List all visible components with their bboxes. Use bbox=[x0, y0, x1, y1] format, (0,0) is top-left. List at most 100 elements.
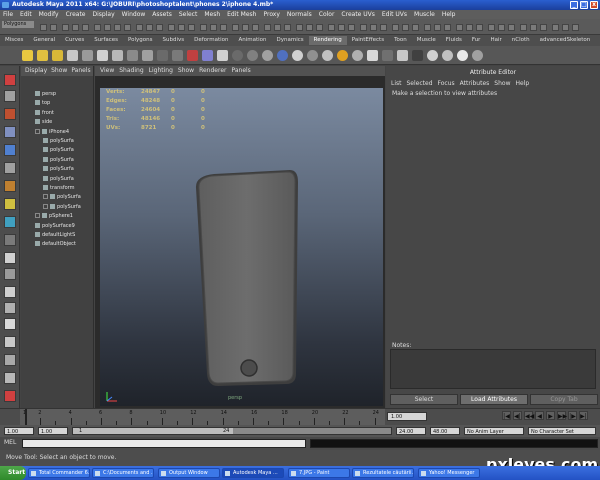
outliner-item[interactable]: polySurface9 bbox=[35, 222, 75, 231]
attr-menu-show[interactable]: Show bbox=[494, 80, 510, 87]
playback-button-icon[interactable]: ◀| bbox=[513, 411, 522, 420]
playback-button-icon[interactable]: ▶▶ bbox=[557, 411, 567, 420]
shelf-tool-icon[interactable] bbox=[217, 50, 228, 61]
status-line-tool-icon[interactable] bbox=[498, 24, 505, 31]
shelf-tool-icon[interactable] bbox=[277, 50, 288, 61]
start-time-field[interactable]: 1.00 bbox=[4, 427, 34, 435]
taskbar-item[interactable]: Rezultatele căutării... bbox=[352, 468, 414, 478]
shelf-tool-icon[interactable] bbox=[262, 50, 273, 61]
time-slider[interactable]: 124681012141618202224 1.00 |◀◀|◀◀◀▶▶▶|▶▶… bbox=[0, 408, 600, 426]
status-line-tool-icon[interactable] bbox=[424, 24, 431, 31]
status-line-tool-icon[interactable] bbox=[348, 24, 355, 31]
maximize-button[interactable]: □ bbox=[580, 1, 588, 9]
tab-fluids[interactable]: Fluids bbox=[441, 36, 467, 45]
status-line-tool-icon[interactable] bbox=[328, 24, 335, 31]
current-time-indicator[interactable] bbox=[25, 409, 27, 426]
toolbox-tool-icon[interactable] bbox=[4, 372, 16, 384]
viewport-menu-panels[interactable]: Panels bbox=[231, 67, 250, 74]
outliner-item[interactable]: polySurfa bbox=[43, 203, 81, 212]
status-line-tool-icon[interactable] bbox=[520, 24, 527, 31]
toolbox-tool-icon[interactable] bbox=[4, 268, 16, 280]
shelf-tool-icon[interactable] bbox=[157, 50, 168, 61]
toolbox-tool-icon[interactable] bbox=[4, 302, 16, 314]
viewport-menu-shading[interactable]: Shading bbox=[119, 67, 143, 74]
toolbox-tool-icon[interactable] bbox=[4, 126, 16, 138]
outliner-menu-panels[interactable]: Panels bbox=[71, 67, 90, 74]
copy-tab-button[interactable]: Copy Tab bbox=[530, 394, 598, 405]
expand-toggle-icon[interactable] bbox=[43, 203, 48, 209]
menu-muscle[interactable]: Muscle bbox=[414, 11, 435, 18]
notes-field[interactable] bbox=[390, 349, 596, 389]
end-time-field[interactable]: 48.00 bbox=[430, 427, 460, 435]
viewport-canvas[interactable]: Verts: 24847 0 0 Edges: 48248 0 0 Faces: 24604 0 0 T… bbox=[100, 88, 383, 406]
menu-display[interactable]: Display bbox=[93, 11, 115, 18]
menu-assets[interactable]: Assets bbox=[152, 11, 172, 18]
tab-deformation[interactable]: Deformation bbox=[189, 36, 233, 45]
attr-menu-attributes[interactable]: Attributes bbox=[460, 80, 490, 87]
command-language-label[interactable]: MEL bbox=[4, 439, 16, 446]
iphone-model[interactable] bbox=[192, 168, 302, 388]
shelf-tool-icon[interactable] bbox=[142, 50, 153, 61]
attr-menu-selected[interactable]: Selected bbox=[407, 80, 433, 87]
menu-select[interactable]: Select bbox=[179, 11, 198, 18]
tab-rendering[interactable]: Rendering bbox=[308, 36, 347, 45]
status-line-tool-icon[interactable] bbox=[178, 24, 185, 31]
taskbar-item[interactable]: 7.JPG - Paint bbox=[288, 468, 350, 478]
menu-create-uvs[interactable]: Create UVs bbox=[341, 11, 374, 18]
toolbox-tool-icon[interactable] bbox=[4, 252, 16, 264]
toolbox-tool-icon[interactable] bbox=[4, 74, 16, 86]
status-line-tool-icon[interactable] bbox=[274, 24, 281, 31]
outliner-item[interactable]: top bbox=[35, 99, 50, 108]
menu-edit[interactable]: Edit bbox=[20, 11, 32, 18]
viewport-menu-lighting[interactable]: Lighting bbox=[149, 67, 173, 74]
menu-set-selector[interactable]: Polygons bbox=[2, 21, 34, 28]
outliner-item[interactable]: polySurfa bbox=[43, 165, 74, 174]
status-line-tool-icon[interactable] bbox=[508, 24, 515, 31]
toolbox-tool-icon[interactable] bbox=[4, 108, 16, 120]
tab-fur[interactable]: Fur bbox=[467, 36, 486, 45]
shelf-tool-icon[interactable] bbox=[307, 50, 318, 61]
status-line-tool-icon[interactable] bbox=[380, 24, 387, 31]
attr-menu-focus[interactable]: Focus bbox=[438, 80, 455, 87]
playback-end-field[interactable]: 24.00 bbox=[396, 427, 426, 435]
toolbox-tool-icon[interactable] bbox=[4, 162, 16, 174]
status-line-tool-icon[interactable] bbox=[146, 24, 153, 31]
playback-button-icon[interactable]: ▶| bbox=[579, 411, 588, 420]
menu-modify[interactable]: Modify bbox=[39, 11, 59, 18]
shelf-tool-icon[interactable] bbox=[247, 50, 258, 61]
status-line-tool-icon[interactable] bbox=[284, 24, 291, 31]
status-line-tool-icon[interactable] bbox=[296, 24, 303, 31]
character-set-selector[interactable]: No Character Set bbox=[528, 427, 596, 435]
status-line-tool-icon[interactable] bbox=[50, 24, 57, 31]
command-input[interactable] bbox=[22, 439, 306, 448]
shelf-tool-icon[interactable] bbox=[337, 50, 348, 61]
expand-toggle-icon[interactable] bbox=[43, 194, 48, 200]
status-line-tool-icon[interactable] bbox=[360, 24, 367, 31]
status-line-tool-icon[interactable] bbox=[370, 24, 377, 31]
outliner-item[interactable]: iPhone4 bbox=[35, 128, 69, 137]
outliner-item[interactable]: defaultLightS bbox=[35, 231, 75, 240]
load-attributes-button[interactable]: Load Attributes bbox=[460, 394, 528, 405]
viewport-menu-view[interactable]: View bbox=[100, 67, 114, 74]
status-line-tool-icon[interactable] bbox=[562, 24, 569, 31]
toolbox-tool-icon[interactable] bbox=[4, 286, 16, 298]
shelf-tool-icon[interactable] bbox=[352, 50, 363, 61]
toolbox-tool-icon[interactable] bbox=[4, 198, 16, 210]
tab-surfaces[interactable]: Surfaces bbox=[89, 36, 123, 45]
shelf-tool-icon[interactable] bbox=[232, 50, 243, 61]
taskbar-item[interactable]: Autodesk Maya ... bbox=[222, 468, 284, 478]
menu-edit-mesh[interactable]: Edit Mesh bbox=[227, 11, 256, 18]
time-slider-ruler[interactable]: 124681012141618202224 bbox=[20, 409, 385, 426]
status-line-tool-icon[interactable] bbox=[40, 24, 47, 31]
status-line-tool-icon[interactable] bbox=[306, 24, 313, 31]
toolbox-tool-icon[interactable] bbox=[4, 354, 16, 366]
outliner-item[interactable]: persp bbox=[35, 90, 56, 99]
status-line-tool-icon[interactable] bbox=[488, 24, 495, 31]
status-line-tool-icon[interactable] bbox=[94, 24, 101, 31]
status-line-tool-icon[interactable] bbox=[188, 24, 195, 31]
toolbox-tool-icon[interactable] bbox=[4, 336, 16, 348]
status-line-tool-icon[interactable] bbox=[220, 24, 227, 31]
toolbox-tool-icon[interactable] bbox=[4, 90, 16, 102]
status-line-tool-icon[interactable] bbox=[136, 24, 143, 31]
playback-button-icon[interactable]: ◀◀ bbox=[524, 411, 534, 420]
